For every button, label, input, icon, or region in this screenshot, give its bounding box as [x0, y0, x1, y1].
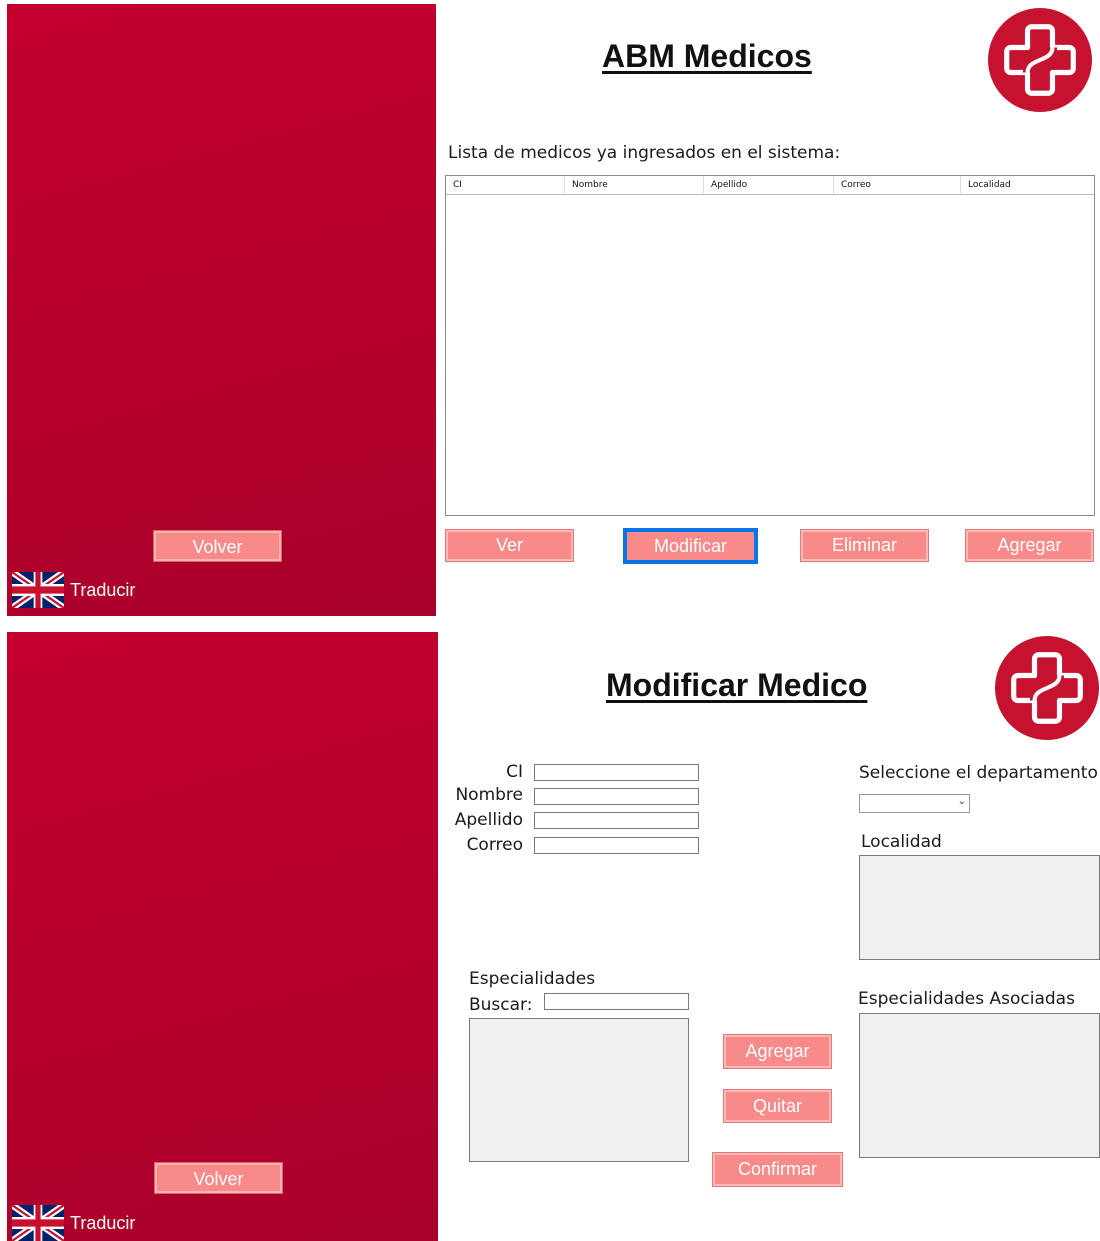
specialties-label: Especialidades	[469, 969, 596, 989]
view-button[interactable]: Ver	[445, 529, 574, 562]
column-header-ci[interactable]: CI	[446, 176, 565, 194]
translate-button[interactable]: Traducir	[12, 1205, 135, 1241]
column-header-localidad[interactable]: Localidad	[961, 176, 1094, 194]
doctors-table[interactable]: CI Nombre Apellido Correo Localidad	[445, 175, 1095, 516]
doctor-list-label: Lista de medicos ya ingresados en el sis…	[448, 143, 841, 163]
nombre-label: Nombre	[455, 785, 523, 805]
associated-specialties-label: Especialidades Asociadas	[858, 989, 1075, 1009]
department-select[interactable]: ⌄	[859, 794, 970, 813]
specialties-list[interactable]	[469, 1018, 689, 1162]
translate-label: Traducir	[70, 579, 136, 600]
correo-input[interactable]	[534, 837, 699, 854]
modify-button[interactable]: Modificar	[623, 528, 758, 564]
apellido-input[interactable]	[534, 812, 699, 829]
uk-flag-icon	[12, 1205, 64, 1241]
back-button[interactable]: Volver	[154, 1162, 283, 1194]
sidebar: Volver Traducir	[7, 4, 436, 616]
translate-button[interactable]: Traducir	[12, 572, 135, 608]
apellido-label: Apellido	[454, 810, 523, 830]
table-header: CI Nombre Apellido Correo Localidad	[446, 176, 1094, 195]
ci-label: CI	[506, 762, 523, 782]
add-button[interactable]: Agregar	[965, 529, 1094, 562]
page-title: Modificar Medico	[606, 667, 868, 703]
chevron-down-icon: ⌄	[957, 796, 966, 807]
column-header-correo[interactable]: Correo	[834, 176, 961, 194]
ci-input[interactable]	[534, 764, 699, 781]
nombre-input[interactable]	[534, 788, 699, 805]
associated-specialties-list[interactable]	[859, 1013, 1100, 1158]
uk-flag-icon	[12, 572, 64, 608]
remove-specialty-button[interactable]: Quitar	[723, 1089, 832, 1123]
specialty-search-input[interactable]	[544, 993, 689, 1010]
locality-label: Localidad	[861, 832, 942, 852]
column-header-apellido[interactable]: Apellido	[704, 176, 834, 194]
add-specialty-button[interactable]: Agregar	[723, 1034, 832, 1069]
locality-list[interactable]	[859, 855, 1100, 960]
medical-cross-logo	[995, 636, 1099, 740]
department-label: Seleccione el departamento	[859, 763, 1098, 783]
correo-label: Correo	[466, 835, 523, 855]
translate-label: Traducir	[70, 1212, 136, 1233]
confirm-button[interactable]: Confirmar	[712, 1152, 843, 1187]
sidebar: Volver Traducir	[7, 632, 438, 1241]
column-header-nombre[interactable]: Nombre	[565, 176, 704, 194]
back-button[interactable]: Volver	[153, 530, 282, 562]
search-label: Buscar:	[469, 995, 533, 1015]
delete-button[interactable]: Eliminar	[800, 529, 929, 562]
page-title: ABM Medicos	[602, 38, 812, 74]
medical-cross-logo	[988, 8, 1092, 112]
table-body[interactable]	[446, 195, 1094, 514]
